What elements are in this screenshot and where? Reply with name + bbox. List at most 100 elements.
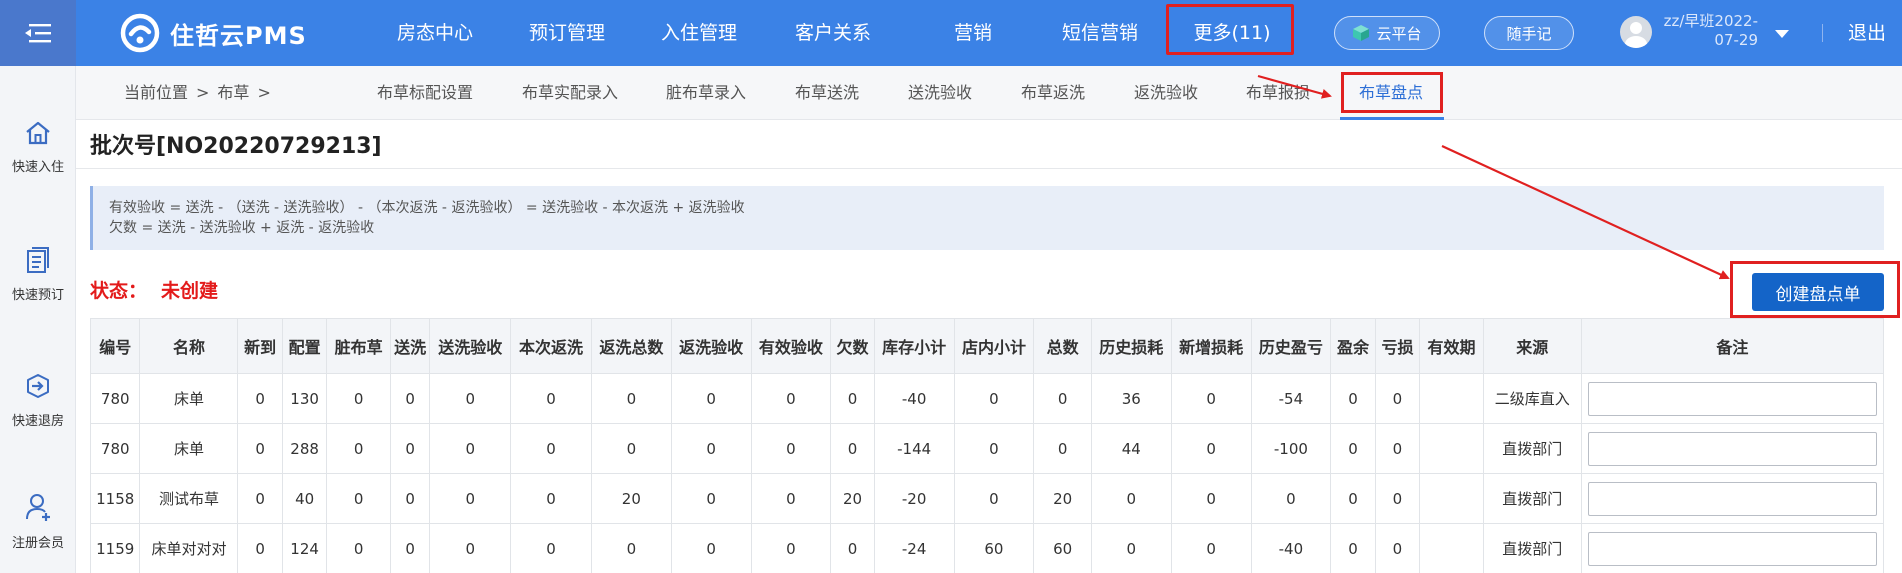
nav-marketing[interactable]: 营销 [923,0,1023,66]
checkout-icon [27,374,49,398]
table-cell: 0 [750,373,832,424]
nav-room-status[interactable]: 房态中心 [385,0,485,66]
table-cell: 床单 [139,373,239,424]
page-title: 批次号[NO20220729213] [90,134,382,159]
table-cell: -54 [1250,373,1332,424]
table-cell: -100 [1250,423,1332,474]
divider [1822,24,1823,42]
house-icon [26,121,50,145]
table-cell: 130 [281,373,328,424]
table-cell: 0 [1170,423,1252,474]
nav-reservations[interactable]: 预订管理 [517,0,617,66]
tab-linen-actual-entry[interactable]: 布草实配录入 [522,66,618,120]
table-cell: 0 [389,523,431,573]
brand-logo[interactable]: 住哲云PMS [120,12,307,54]
table-cell: 0 [237,423,283,474]
table-cell: 0 [750,473,832,524]
table-cell: 0 [326,423,391,474]
column-header: 历史盈亏 [1250,318,1332,374]
tab-wash-acceptance[interactable]: 送洗验收 [908,66,972,120]
sidebar-item-quick-booking[interactable]: 快速预订 [0,246,76,303]
table-cell: 0 [953,373,1035,424]
divider [76,168,1902,169]
tab-linen-inventory[interactable]: 布草盘点 [1359,66,1423,120]
table-cell: 0 [1033,423,1092,474]
table-cell: 0 [237,473,283,524]
table-cell: -144 [873,423,955,474]
table-cell: 0 [830,523,875,573]
table-cell: 0 [429,473,512,524]
note-input[interactable] [1587,431,1877,466]
note-input[interactable] [1587,481,1877,516]
table-cell: 60 [953,523,1035,573]
sidebar-item-quick-checkin[interactable]: 快速入住 [0,120,76,175]
menu-toggle-icon[interactable] [0,0,76,66]
table-row: 1158 测试布草 0 40 0 0 0 0 20 0 0 20 -20 0 20 0 0 0 0 0 直拨部门 [89,473,1885,524]
column-header: 名称 [139,318,239,374]
sidebar-item-label: 快速退房 [11,414,64,429]
tab-rewash-acceptance[interactable]: 返洗验收 [1134,66,1198,120]
table-cell: -24 [873,523,955,573]
table-cell: 20 [1033,473,1092,524]
nav-more[interactable]: 更多(11) [1177,0,1287,66]
chevron-down-icon[interactable] [1774,24,1790,43]
quick-note-button[interactable]: 随手记 [1484,16,1574,50]
formula-line-effective: 有效验收 = 送洗 - （送洗 - 送洗验收） - （本次返洗 - 返洗验收） … [109,200,745,216]
table-cell: 0 [1170,473,1252,524]
tab-linen-send-wash[interactable]: 布草送洗 [795,66,859,120]
nav-customers[interactable]: 客户关系 [783,0,883,66]
sidebar-item-register-member[interactable]: 注册会员 [0,492,76,551]
table-cell: 20 [830,473,875,524]
cloud-platform-label: 云平台 [1376,24,1422,43]
note-input[interactable] [1587,531,1877,566]
tab-linen-rewash[interactable]: 布草返洗 [1021,66,1085,120]
table-cell: -40 [1250,523,1332,573]
table-cell: 直拨部门 [1482,423,1582,474]
table-cell: 0 [1250,473,1332,524]
formula-notice: 有效验收 = 送洗 - （送洗 - 送洗验收） - （本次返洗 - 返洗验收） … [90,186,1884,250]
note-input[interactable] [1587,381,1877,416]
table-cell: 0 [389,473,431,524]
table-cell: 0 [510,423,592,474]
table-cell: 44 [1090,423,1172,474]
table-cell: 124 [281,523,328,573]
table-cell: 0 [510,523,592,573]
cloud-platform-button[interactable]: 云平台 [1334,16,1440,50]
column-header: 脏布草 [326,318,391,374]
column-header: 欠数 [830,318,875,374]
tab-linen-standard-config[interactable]: 布草标配设置 [377,66,473,120]
table-header-row: 编号 名称 新到 配置 脏布草 送洗 送洗验收 本次返洗 返洗总数 返洗验收 有效验收 欠数 库存小计店… [89,318,1885,374]
table-row: 780 床单 0 130 0 0 0 0 0 0 0 0 -40 0 0 36 0 -54 0 0 二级库直入 [89,373,1885,424]
table-cell: 0 [389,373,431,424]
table-cell: 0 [590,373,672,424]
breadcrumb-section[interactable]: 布草 [217,83,249,102]
tab-linen-damage[interactable]: 布草报损 [1246,66,1310,120]
column-header: 有效期 [1419,318,1484,374]
breadcrumb-separator: > [196,83,210,102]
column-header: 返洗总数 [590,318,672,374]
table-cell [1419,523,1484,573]
table-cell: -40 [873,373,955,424]
logout-button[interactable]: 退出 [1848,0,1886,66]
tab-dirty-linen-entry[interactable]: 脏布草录入 [666,66,746,120]
sidebar-item-quick-checkout[interactable]: 快速退房 [0,372,76,429]
create-inventory-button[interactable]: 创建盘点单 [1752,273,1884,311]
status-badge: 状态： 未创建 [90,276,218,303]
table-cell: 床单对对对 [139,523,239,573]
table-cell: -20 [873,473,955,524]
nav-sms-marketing[interactable]: 短信营销 [1045,0,1155,66]
user-info[interactable]: zz/早班2022- 07-29 [1658,12,1758,50]
quick-sidebar: 快速入住 快速预订 快速退房 注册会员 [0,66,76,573]
table-cell: 0 [1330,373,1376,424]
column-header: 总数 [1033,318,1092,374]
column-header: 送洗验收 [429,318,512,374]
avatar[interactable] [1620,16,1652,48]
document-icon [27,247,49,273]
table-cell: 0 [1090,523,1172,573]
table-cell [1419,423,1484,474]
column-header: 亏损 [1374,318,1421,374]
nav-checkin[interactable]: 入住管理 [649,0,749,66]
table-cell: 二级库直入 [1482,373,1582,424]
table-cell: 0 [670,423,752,474]
table-cell: 36 [1090,373,1172,424]
